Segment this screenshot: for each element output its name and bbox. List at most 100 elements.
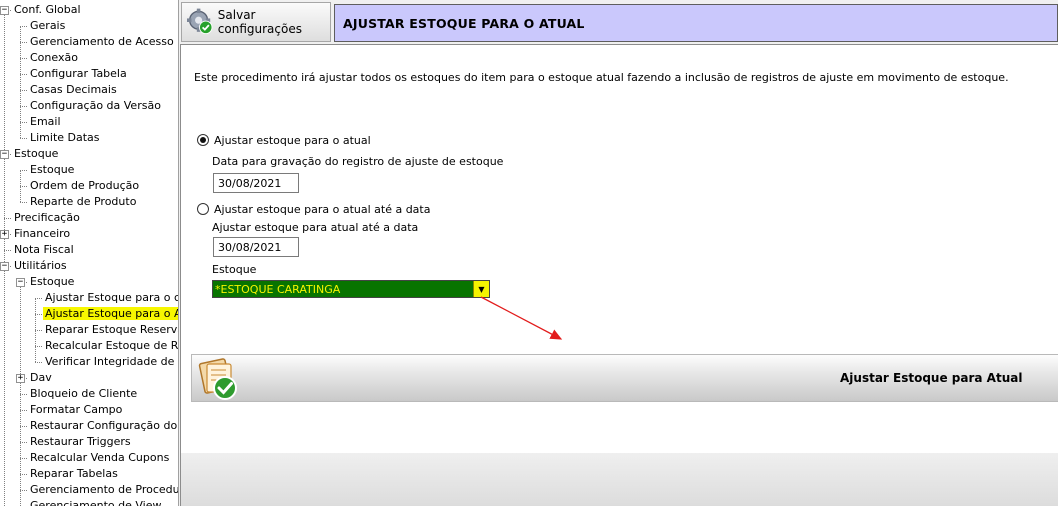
tree-guide-line (20, 442, 27, 443)
tree-item[interactable]: Bloqueio de Cliente (28, 386, 139, 402)
tree-item-label: Reparar Tabelas (30, 467, 118, 480)
tree-item[interactable]: Recalcular Estoque de Recebimento (43, 338, 178, 354)
tree-item-label: Estoque (30, 275, 75, 288)
tree-item-label: Casas Decimais (30, 83, 117, 96)
gear-check-icon (187, 8, 213, 35)
tree-item[interactable]: Gerais (28, 18, 67, 34)
tree-item-label: Estoque (30, 163, 75, 176)
option-adjust-until-date-label[interactable]: Ajustar estoque para o atual até a data (214, 203, 430, 216)
tree-item[interactable]: Dav (28, 370, 54, 386)
tree-guide-line (20, 426, 27, 427)
tree-item[interactable]: Estoque (28, 162, 76, 178)
tree-item[interactable]: Conf. Global (12, 2, 83, 18)
tree-item-label: Gerenciamento de Procedure (30, 483, 179, 496)
tree-item-label: Ajustar Estoque para o Atual (43, 307, 178, 320)
tree-item[interactable]: Casas Decimais (28, 82, 119, 98)
tree-item[interactable]: Ajustar Estoque para o calculo (43, 290, 178, 306)
tree-guide-line (20, 122, 27, 123)
tree-item-label: Recalcular Estoque de Recebimento (45, 339, 178, 352)
tree-item[interactable]: Estoque (28, 274, 76, 290)
tree-item[interactable]: Configurar Tabela (28, 66, 129, 82)
description-text: Este procedimento irá ajustar todos os e… (194, 71, 1009, 84)
until-date-label: Ajustar estoque para atual até a data (212, 221, 419, 234)
tree-guide-line (20, 474, 27, 475)
tree-item[interactable]: Nota Fiscal (12, 242, 76, 258)
tree-item-label: Dav (30, 371, 52, 384)
tree-item-label: Ordem de Produção (30, 179, 140, 192)
save-settings-button[interactable]: Salvar configurações (181, 2, 331, 42)
tree-item[interactable]: Formatar Campo (28, 402, 124, 418)
tree-item[interactable]: Precificação (12, 210, 82, 226)
tree-item-label: Conf. Global (14, 3, 81, 16)
collapse-icon[interactable]: − (0, 262, 9, 271)
tree-item-label: Configuração da Versão (30, 99, 161, 112)
record-date-input[interactable] (213, 173, 299, 193)
stock-label: Estoque (212, 263, 257, 276)
until-date-input[interactable] (213, 237, 299, 257)
option-adjust-current-radio[interactable] (197, 134, 209, 146)
option-adjust-current-label[interactable]: Ajustar estoque para o atual (214, 134, 371, 147)
tree-guide-line (20, 106, 27, 107)
annotation-arrow-icon (480, 296, 563, 340)
tree-guide-line (35, 346, 42, 347)
tree-item-label: Limite Datas (30, 131, 100, 144)
tree-item[interactable]: Reparte de Produto (28, 194, 138, 210)
tree-item[interactable]: Restaurar Configuração do Sistema (28, 418, 178, 434)
tree-item[interactable]: Limite Datas (28, 130, 102, 146)
tree-guide-line (20, 138, 27, 139)
collapse-icon[interactable]: − (16, 278, 25, 287)
tree-guide-line (20, 26, 27, 27)
tree-guide-line (4, 218, 11, 219)
page-title: AJUSTAR ESTOQUE PARA O ATUAL (334, 4, 1058, 42)
tree-item[interactable]: Gerenciamento de Procedure (28, 482, 179, 498)
tree-item-label: Configurar Tabela (30, 67, 127, 80)
tree-item[interactable]: Financeiro (12, 226, 72, 242)
tree-item-label: Email (30, 115, 61, 128)
tree-guide-line (35, 298, 42, 299)
adjust-stock-button-label: Ajustar Estoque para Atual (840, 371, 1023, 385)
chevron-down-icon[interactable]: ▼ (473, 281, 489, 297)
tree-item-label: Restaurar Triggers (30, 435, 131, 448)
tree-item[interactable]: Ajustar Estoque para o Atual (43, 306, 178, 322)
tree-item[interactable]: Conexão (28, 50, 80, 66)
tree-item-label: Bloqueio de Cliente (30, 387, 138, 400)
tree-item-label: Formatar Campo (30, 403, 123, 416)
document-check-icon (198, 358, 237, 400)
tree-item-label: Restaurar Configuração do Sistema (30, 419, 178, 432)
tree-item[interactable]: Gerenciamento de View (28, 498, 164, 506)
tree-item-label: Nota Fiscal (14, 243, 74, 256)
tree-guide-line (20, 90, 27, 91)
tree-guide-line (20, 202, 27, 203)
tree-item-label: Conexão (30, 51, 78, 64)
tree-item[interactable]: Restaurar Triggers (28, 434, 133, 450)
tree-item[interactable]: Recalcular Venda Cupons (28, 450, 171, 466)
tree-item-label: Reparte de Produto (30, 195, 137, 208)
tree-item[interactable]: Email (28, 114, 63, 130)
save-settings-label: Salvar configurações (217, 8, 302, 36)
tree-item[interactable]: Configuração da Versão (28, 98, 163, 114)
tree-item[interactable]: Estoque (12, 146, 60, 162)
collapse-icon[interactable]: − (0, 150, 9, 159)
navigation-tree: − Conf. Global Gerais Gerenciamento de Aces… (0, 0, 179, 506)
tree-item-label: Gerenciamento de View (30, 499, 162, 506)
expand-icon[interactable]: + (16, 374, 25, 383)
tree-guide-line (20, 458, 27, 459)
tree-guide-line (20, 58, 27, 59)
tree-guide-line (20, 186, 27, 187)
adjust-stock-button[interactable]: Ajustar Estoque para Atual (191, 354, 1058, 402)
tree-item[interactable]: Utilitários (12, 258, 69, 274)
tree-item[interactable]: Reparar Tabelas (28, 466, 120, 482)
tree-guide-line (20, 170, 27, 171)
tree-item[interactable]: Ordem de Produção (28, 178, 141, 194)
tree-item[interactable]: Verificar Integridade de Linha (43, 354, 178, 370)
expand-icon[interactable]: + (0, 230, 9, 239)
tree-guide-line (20, 74, 27, 75)
option-adjust-until-date-radio[interactable] (197, 203, 209, 215)
tree-item[interactable]: Gerenciamento de Acesso (28, 34, 176, 50)
tree-guide-line (4, 250, 11, 251)
collapse-icon[interactable]: − (0, 6, 9, 15)
tree-guide-line (35, 362, 42, 363)
stock-select[interactable]: *ESTOQUE CARATINGA ▼ (212, 280, 490, 298)
tree-item[interactable]: Reparar Estoque Reservado (43, 322, 178, 338)
record-date-label: Data para gravação do registro de ajuste… (212, 155, 504, 168)
